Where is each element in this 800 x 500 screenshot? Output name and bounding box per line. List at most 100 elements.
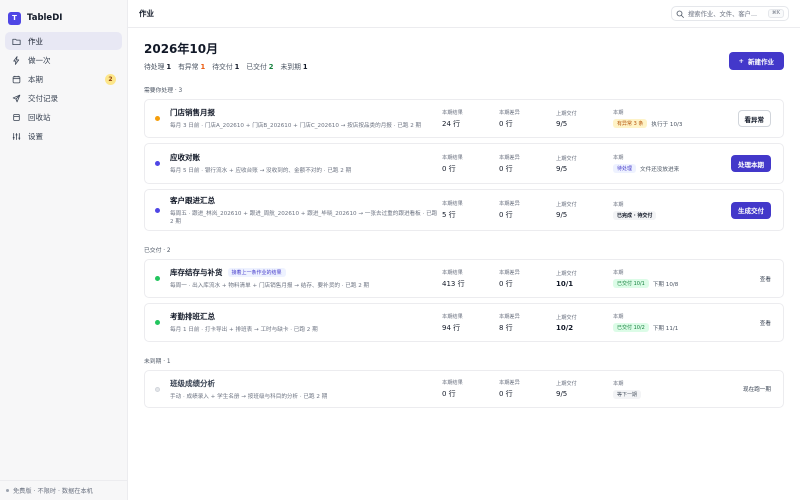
job-card[interactable]: 库存结存与补货 接着上一条作业的结果 每周一 · 出入库流水 + 物料清单 + 门店…: [144, 259, 784, 298]
metric-label: 本期差异: [499, 109, 520, 116]
stat-item: 未到期 1: [281, 61, 308, 71]
lightning-icon: [11, 55, 21, 65]
sidebar-item-label: 设置: [28, 131, 43, 141]
period-note: 下期 11/1: [652, 325, 679, 332]
job-name: 门店销售月报: [170, 107, 442, 118]
sidebar-item-5[interactable]: 设置: [5, 127, 122, 145]
job-card[interactable]: 应收对账每月 5 日前 · 银行流水 + 应收台账 → 没收到的、金额不对的 ·…: [144, 143, 784, 184]
period-label: 本期: [613, 314, 624, 320]
action-button[interactable]: 查看: [760, 319, 771, 327]
metric-last: 上期交付 9/5: [556, 201, 613, 219]
search-box[interactable]: 搜索作业、文件、客户... ⌘K: [671, 6, 789, 21]
job-name: 应收对账: [170, 152, 442, 163]
period-status: 本期 等下一期: [613, 380, 728, 399]
sidebar-item-0[interactable]: 作业: [5, 32, 122, 50]
sidebar-item-4[interactable]: 回收站: [5, 108, 122, 126]
metric-last: 上期交付 9/5: [556, 380, 613, 398]
metric-label: 本期差异: [499, 201, 520, 207]
status-badge: 已完成 · 待交付: [613, 210, 657, 220]
stat-label: 未到期: [280, 63, 301, 71]
plus-icon: +: [738, 57, 744, 65]
metric-value: 5 行: [442, 211, 456, 219]
period-status: 本期 待处理 文件还没放进来: [613, 154, 728, 173]
sidebar-item-3[interactable]: 交付记录: [5, 89, 122, 107]
metric-label: 上期交付: [556, 110, 577, 117]
section-label: 已交付 · 2: [144, 248, 171, 254]
status-badge: 待处理: [613, 164, 637, 173]
month-header: 2026年10月 待处理 1 有异常 1 待交付 1 已交付 2 未到期 1 + 新建作业: [144, 41, 784, 71]
metric-value: 9/5: [556, 119, 568, 128]
search-input[interactable]: 搜索作业、文件、客户...: [688, 9, 764, 18]
job-description: 每月 1 日前 · 打卡导出 + 排班表 → 工时与缺卡 · 已跑 2 期: [170, 327, 318, 333]
job-description: 每月 5 日前 · 银行流水 + 应收台账 → 没收到的、金额不对的 · 已跑 …: [170, 168, 352, 174]
send-icon: [11, 93, 21, 103]
app-name: TableDI: [27, 13, 63, 23]
action-button[interactable]: 查看: [760, 275, 771, 283]
metric-last: 上期交付 10/1: [556, 270, 613, 288]
period-row: 已交付 10/1 下期 10/8: [613, 279, 728, 288]
period-row: 待处理 文件还没放进来: [613, 164, 728, 173]
status-dot: [155, 207, 160, 213]
job-description: 每月 3 日前 · 门店A_202610 + 门店B_202610 + 门店C_…: [170, 123, 422, 129]
status-badge: 已交付 10/1: [613, 279, 649, 288]
job-title: 考勤排班汇总: [170, 312, 215, 321]
metric-value: 8 行: [499, 323, 513, 332]
period-note: 执行于 10/3: [651, 121, 683, 128]
section-label: 需要你处理 · 3: [144, 88, 183, 94]
status-dot: [155, 320, 160, 325]
metric-value: 24 行: [442, 119, 461, 128]
job-card[interactable]: 门店销售月报每月 3 日前 · 门店A_202610 + 门店B_202610 …: [144, 99, 784, 138]
metric-label: 本期差异: [499, 269, 520, 276]
action-button[interactable]: 看异常: [737, 110, 771, 127]
sidebar-item-label: 作业: [28, 36, 43, 46]
metric-diff: 本期差异 8 行: [499, 313, 556, 333]
status-dot: [155, 161, 160, 166]
job-card[interactable]: 考勤排班汇总每月 1 日前 · 打卡导出 + 排班表 → 工时与缺卡 · 已跑 …: [144, 303, 784, 342]
sidebar: T TableDI 作业 做一次 本期 2 交付记录 回收站 设置 免费版 · 不限时 · …: [0, 0, 128, 500]
metric-value: 9/5: [556, 211, 568, 219]
period-label: 本期: [613, 270, 624, 276]
metric-value: 10/1: [556, 279, 574, 288]
month-stats: 待处理 1 有异常 1 待交付 1 已交付 2 未到期 1: [144, 61, 308, 71]
metric-diff: 本期差异 0 行: [499, 109, 556, 129]
period-note: 文件还没放进来: [640, 166, 680, 173]
folder-icon: [11, 36, 21, 46]
new-job-button[interactable]: + 新建作业: [728, 52, 784, 70]
metric-label: 上期交付: [556, 314, 577, 321]
search-icon: [676, 10, 684, 18]
topbar: 作业 搜索作业、文件、客户... ⌘K: [128, 0, 800, 28]
action-cell: 查看: [728, 319, 771, 327]
status-dot: [155, 116, 160, 121]
metric-last: 上期交付 10/2: [556, 314, 613, 332]
sidebar-item-2[interactable]: 本期 2: [5, 70, 122, 88]
status-dot: [155, 276, 160, 281]
period-label: 本期: [613, 201, 624, 208]
metric-label: 上期交付: [556, 270, 577, 277]
stat-value: 1: [200, 63, 206, 71]
action-button[interactable]: 处理本期: [731, 155, 771, 172]
sidebar-item-label: 本期: [28, 74, 43, 84]
count-badge: 2: [105, 73, 116, 85]
stat-value: 1: [166, 63, 172, 71]
app-logo: T: [8, 11, 21, 25]
job-title: 门店销售月报: [170, 108, 215, 117]
period-status: 本期 有异常 3 条执行于 10/3: [613, 109, 728, 128]
job-title: 客户跟进汇总: [170, 195, 215, 205]
sidebar-nav: 作业做一次本期 2 交付记录 回收站设置: [0, 28, 127, 150]
sidebar-item-1[interactable]: 做一次: [5, 51, 122, 69]
metric-value: 413 行: [442, 279, 465, 288]
metric-result: 本期结果 0 行: [442, 379, 499, 399]
job-card[interactable]: 客户跟进汇总 每周五 · 跟进_林岚_202610 + 跟进_周航_202610 …: [144, 189, 784, 231]
job-info: 门店销售月报每月 3 日前 · 门店A_202610 + 门店B_202610 …: [170, 107, 442, 130]
action-button[interactable]: 生成交付: [731, 201, 771, 219]
metric-label: 本期结果: [442, 201, 463, 207]
job-card[interactable]: 班级成绩分析 手动 · 成绩录入 + 学生名册 → 按班级与科目的分析 · 已跑 …: [144, 370, 784, 408]
stat-value: 1: [302, 63, 308, 71]
action-button[interactable]: 现在跑一期: [743, 385, 771, 393]
metric-label: 上期交付: [556, 381, 577, 387]
action-cell: 看异常: [728, 110, 771, 127]
page-title: 作业: [139, 9, 154, 18]
status-badge: 有异常 3 条: [613, 119, 648, 128]
status-badge: 等下一期: [613, 389, 642, 399]
period-status: 本期已交付 10/1 下期 10/8: [613, 269, 728, 288]
